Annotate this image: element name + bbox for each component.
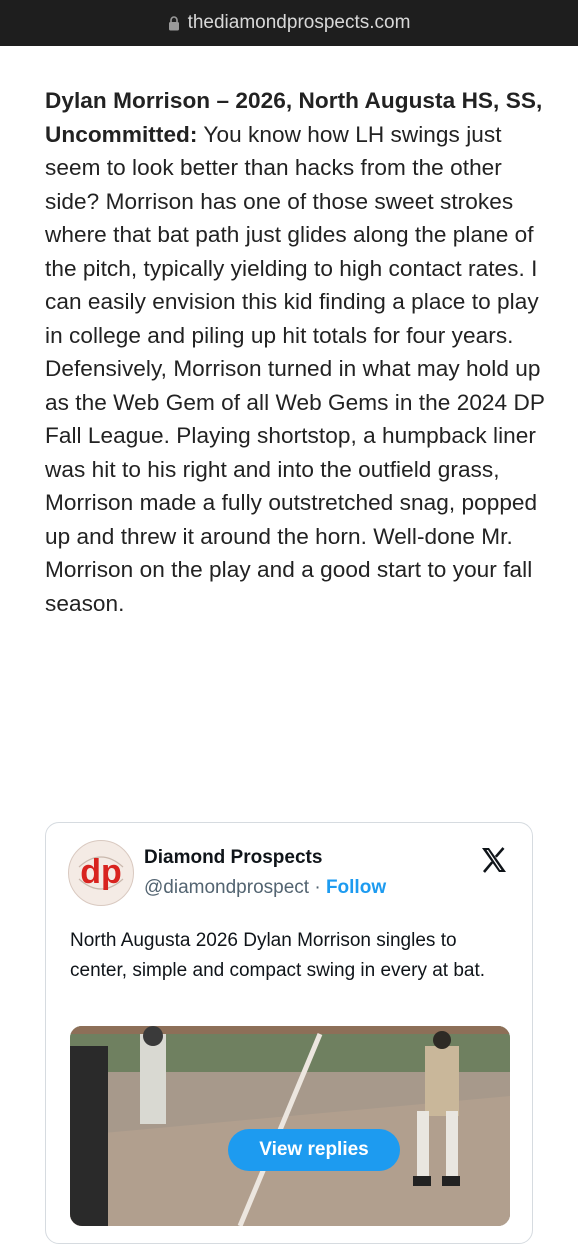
x-logo-icon[interactable] [479, 845, 509, 875]
avatar[interactable]: dp [68, 840, 134, 906]
view-replies-button[interactable]: View replies [228, 1129, 400, 1171]
avatar-letters: dp [80, 853, 122, 891]
url-text: thediamondprospects.com [187, 12, 411, 33]
tweet-handle-row: @diamondprospect · Follow [144, 877, 386, 899]
tweet-author-handle[interactable]: @diamondprospect [144, 877, 309, 898]
tweet-text: North Augusta 2026 Dylan Morrison single… [70, 930, 486, 981]
video-still [70, 1026, 510, 1226]
scouting-report-text: You know how LH swings just seem to look… [45, 121, 545, 616]
article-paragraph: Dylan Morrison – 2026, North Augusta HS,… [45, 84, 545, 620]
browser-address-bar[interactable]: thediamondprospects.com [0, 0, 578, 46]
follow-link[interactable]: Follow [326, 877, 386, 898]
embedded-tweet-card[interactable]: dp Diamond Prospects @diamondprospect · … [45, 822, 533, 1244]
separator-dot: · [314, 877, 321, 898]
lock-icon [168, 15, 179, 30]
tweet-author-name[interactable]: Diamond Prospects [144, 847, 322, 869]
tweet-video[interactable]: View replies [70, 1026, 510, 1226]
diamond-prospects-logo: dp [78, 853, 124, 891]
